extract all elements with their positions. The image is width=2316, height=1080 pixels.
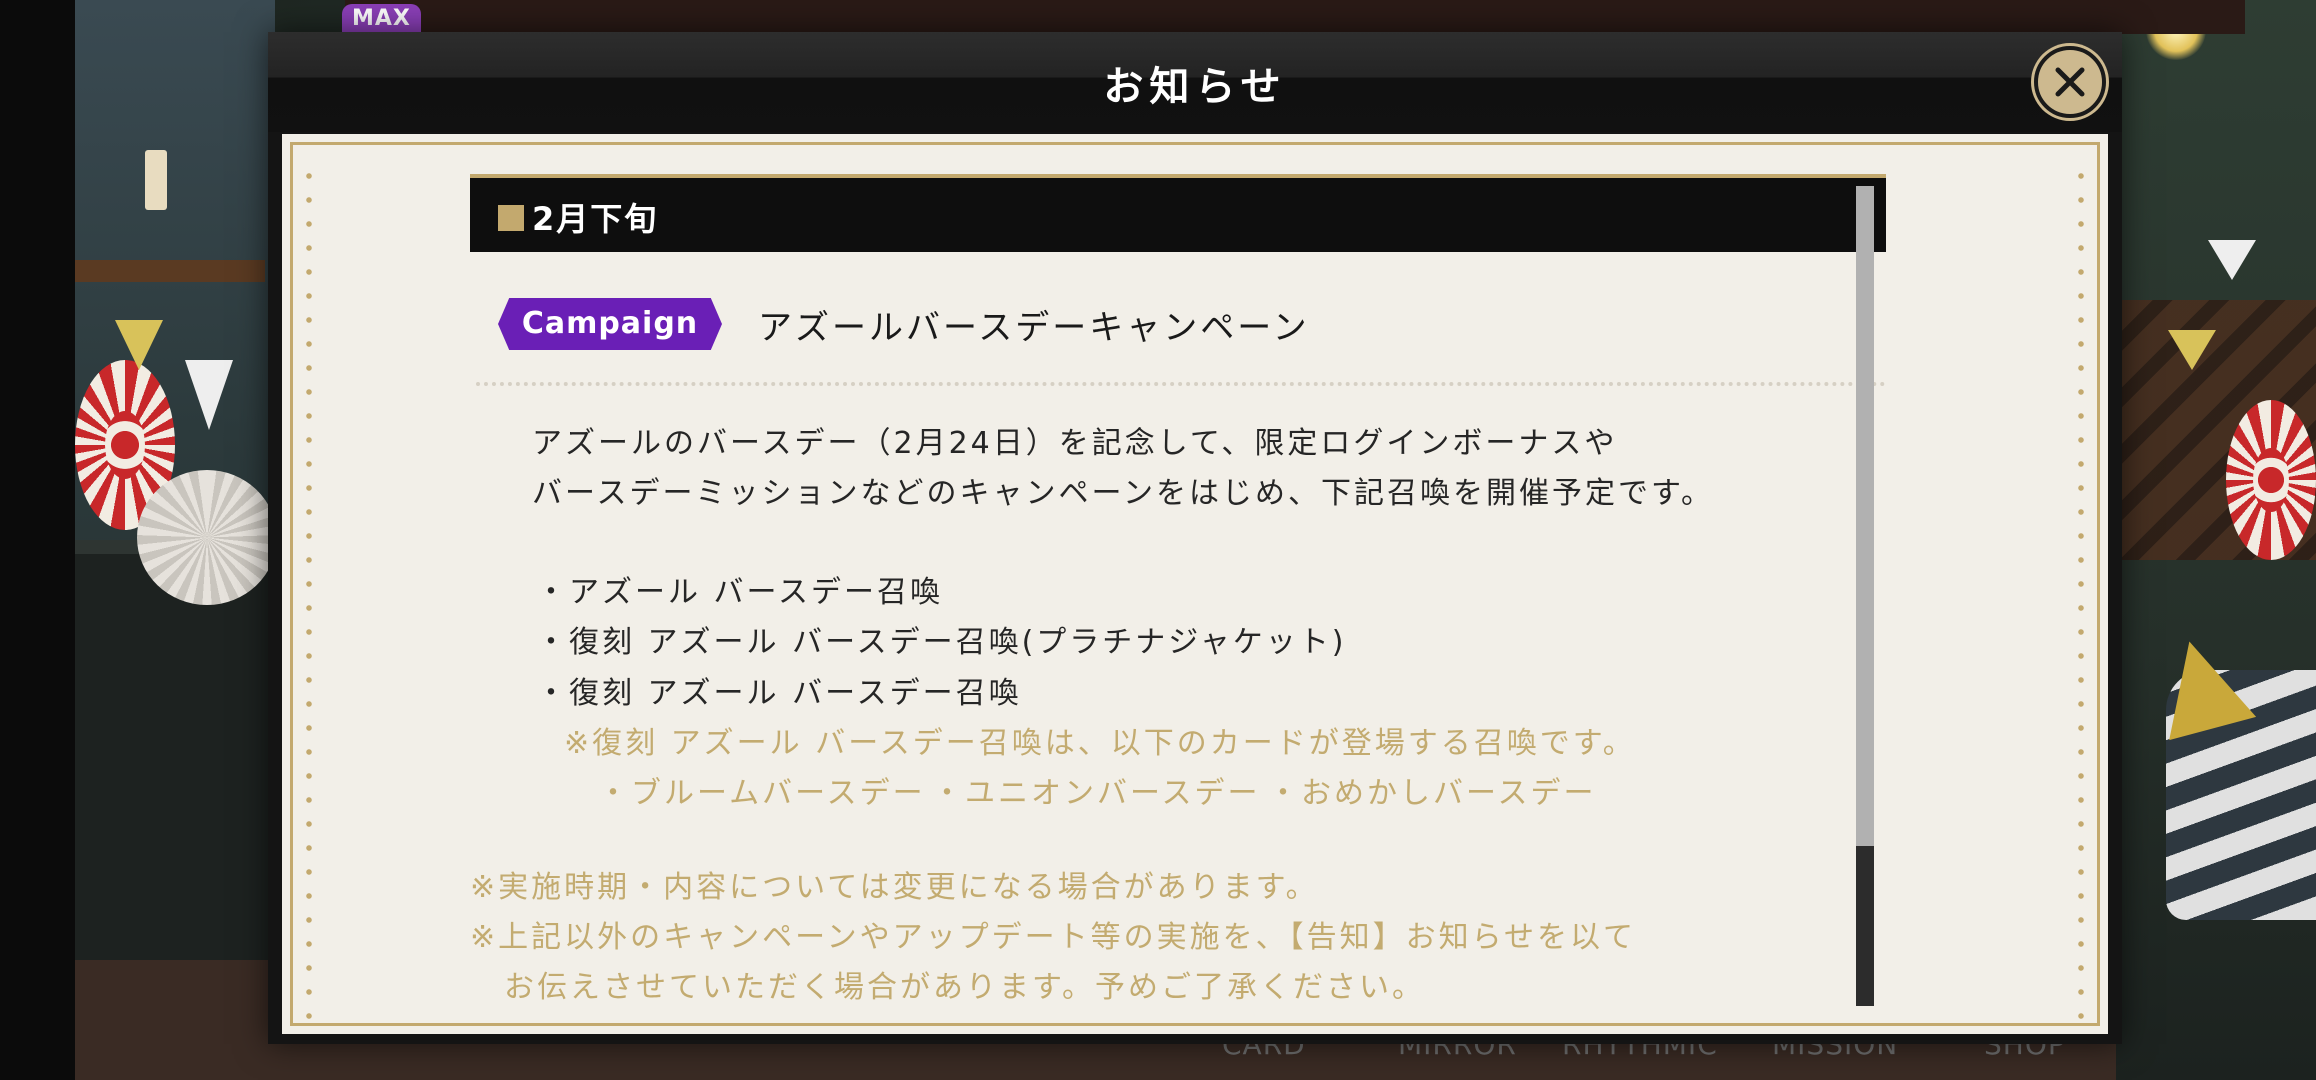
dotted-border-right [2078, 164, 2084, 1024]
notice-content: 2月下旬 Campaign アズールバースデーキャンペーン アズールのバースデー… [470, 174, 1910, 1014]
notice-paper[interactable]: 2月下旬 Campaign アズールバースデーキャンペーン アズールのバースデー… [282, 134, 2108, 1034]
card-item: ・ユニオンバースデー [932, 776, 1261, 811]
disclaimer-line: ※上記以外のキャンペーンやアップデート等の実施を、【告知】お知らせを以て [470, 920, 1637, 955]
modal-header: お知らせ [268, 32, 2122, 132]
card-item: ・おめかしバースデー [1268, 776, 1597, 811]
white-rosette-decoration [137, 470, 277, 605]
section-header-label: 2月下旬 [532, 200, 659, 238]
disclaimer-line: ※実施時期・内容については変更になる場合があります。 [470, 870, 1319, 905]
modal-title: お知らせ [1103, 64, 1287, 110]
paragraph-line: バースデーミッションなどのキャンペーンをはじめ、下記召喚を開催予定です。 [532, 476, 1714, 511]
summon-item: ・復刻 アズール バースデー召喚(プラチナジャケット) [536, 625, 1347, 660]
shelf [75, 260, 265, 282]
section-header: 2月下旬 [470, 174, 1886, 252]
card-item: ・ブルームバースデー [598, 776, 926, 811]
campaign-badge: Campaign [498, 298, 722, 350]
square-bullet-icon [498, 205, 524, 231]
scrollbar-thumb[interactable] [1856, 846, 1874, 1006]
pennant-flag [2208, 240, 2256, 280]
paragraph-line: アズールのバースデー（2月24日）を記念して、限定ログインボーナスや [532, 426, 1618, 461]
dotted-border-left [306, 164, 312, 1024]
rosette-decoration [2226, 400, 2316, 560]
pennant-flag [2168, 330, 2216, 370]
pennant-flag [185, 360, 233, 430]
close-button[interactable] [2034, 46, 2106, 118]
close-icon [2055, 67, 2085, 97]
summon-note: ※復刻 アズール バースデー召喚は、以下のカードが登場する召喚です。 [564, 726, 1636, 761]
disclaimer-line: お伝えさせていただく場合があります。予めご了承ください。 [504, 970, 1425, 1005]
top-strip [345, 0, 2245, 34]
pennant-flag [115, 320, 163, 370]
max-badge: MAX [342, 4, 421, 33]
summon-item: ・アズール バースデー召喚 [536, 575, 944, 610]
fireplace [75, 540, 285, 1014]
summon-item: ・復刻 アズール バースデー召喚 [536, 676, 1022, 711]
dotted-separator [476, 382, 1886, 386]
campaign-title: アズールバースデーキャンペーン [758, 308, 1310, 348]
notice-modal: お知らせ 2月下旬 Campaign アズールバースデーキャンペーン アズールの… [268, 32, 2122, 1044]
candle [145, 150, 167, 210]
